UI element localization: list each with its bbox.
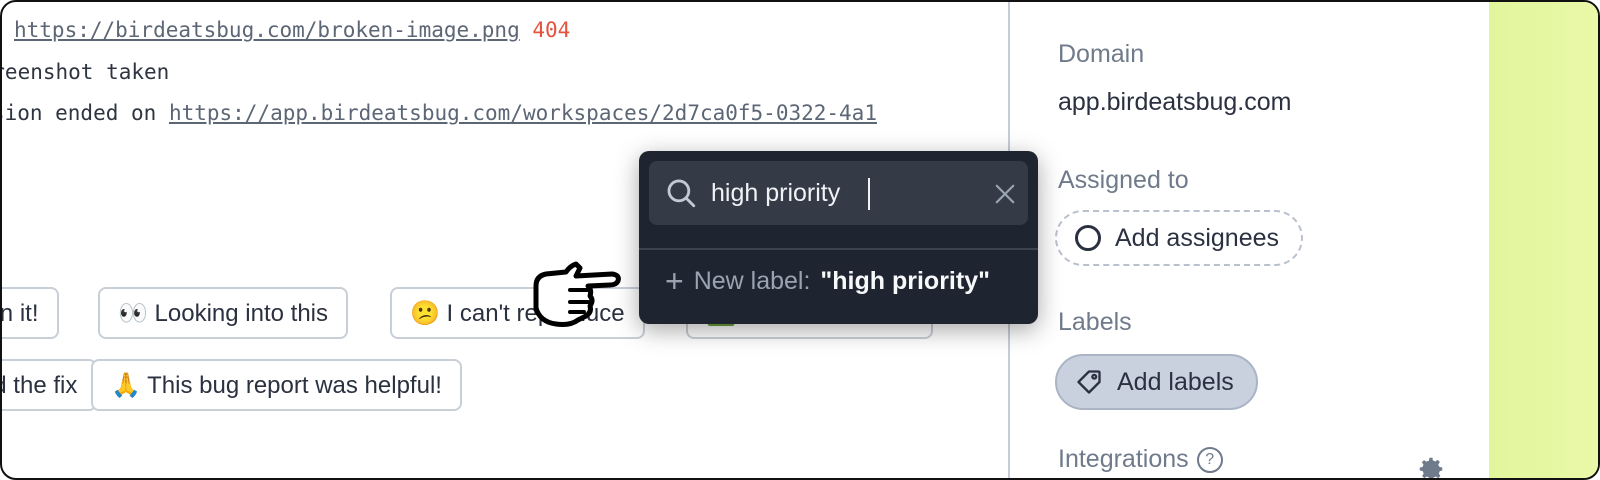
label-search-input[interactable] <box>711 175 971 211</box>
add-labels-button[interactable]: Add labels <box>1055 354 1258 410</box>
plus-icon: + <box>665 263 684 299</box>
domain-heading: Domain <box>1058 40 1145 68</box>
search-icon <box>667 179 696 208</box>
add-labels-label: Add labels <box>1117 367 1234 396</box>
background-strip <box>1489 2 1598 478</box>
new-label-value: "high priority" <box>820 266 990 295</box>
add-assignees-button[interactable]: Add assignees <box>1055 210 1304 266</box>
integrations-label: Integrations <box>1058 445 1189 473</box>
popup-divider <box>639 248 1038 250</box>
reaction-chip-looking[interactable]: 👀 Looking into this <box>98 287 348 339</box>
text-caret <box>868 178 870 210</box>
add-assignees-label: Add assignees <box>1115 223 1280 252</box>
create-label-option[interactable]: + New label: "high priority" <box>665 263 990 299</box>
assigned-heading: Assigned to <box>1058 166 1189 194</box>
new-label-prefix: New label: <box>693 266 811 295</box>
circle-icon <box>1075 225 1101 251</box>
label-picker-popup: + New label: "high priority" <box>639 151 1038 324</box>
labels-heading: Labels <box>1058 308 1132 336</box>
integrations-heading: Integrations? <box>1058 445 1223 474</box>
tag-icon <box>1077 370 1101 394</box>
help-icon[interactable]: ? <box>1196 447 1223 474</box>
pointing-hand-cursor-icon <box>533 261 621 327</box>
details-sidebar: Domain app.birdeatsbug.com Assigned to A… <box>1010 2 1489 480</box>
label-search-box <box>649 161 1028 225</box>
reaction-chip-on-it[interactable]: 🚀 I'm on it! <box>2 287 59 339</box>
close-icon[interactable] <box>994 183 1016 205</box>
domain-value: app.birdeatsbug.com <box>1058 88 1292 116</box>
reaction-chip-shipped-fix[interactable]: 🚢 Shipped the fix <box>2 359 98 411</box>
app-frame: https://birdeatsbug.com/broken-image.png… <box>0 0 1600 480</box>
reaction-chip-helpful[interactable]: 🙏 This bug report was helpful! <box>91 359 462 411</box>
gear-icon[interactable] <box>1416 454 1446 480</box>
